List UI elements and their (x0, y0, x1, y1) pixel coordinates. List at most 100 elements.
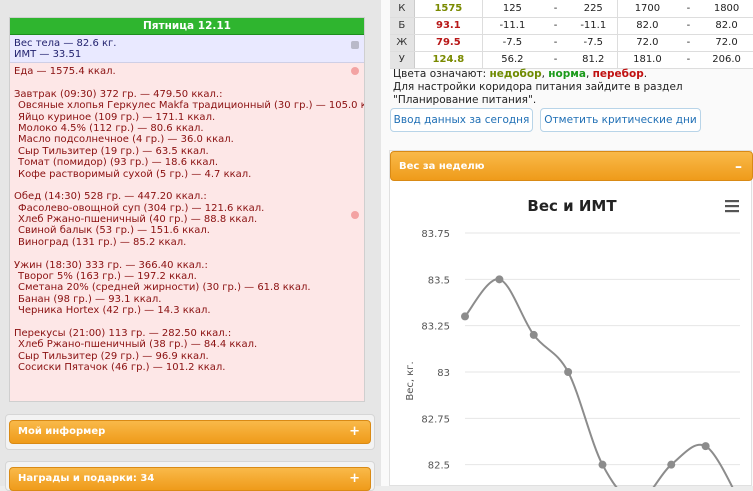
nutrition-row: К 1575 125-225 1700-1800 (390, 0, 753, 18)
left-column: Пятница 12.11 Вес тела — 82.6 кг. ИМТ — … (0, 0, 381, 491)
legend-note: Для настройки коридора питания зайдите в… (393, 81, 683, 106)
food-block[interactable]: Еда — 1575.4 ккал. Завтрак (09:30) 372 г… (10, 63, 364, 401)
nutrient-cell: 206.0 (700, 51, 753, 69)
nutrient-key: Ж (390, 34, 415, 52)
plus-icon[interactable]: + (349, 421, 360, 443)
nutrient-cell: -11.1 (569, 17, 619, 35)
nutrient-cell: 181.0 (617, 51, 677, 69)
menu-icon[interactable] (725, 200, 739, 213)
nutrient-value: 1575 (414, 0, 484, 18)
food-item: Масло подсолнечное (4 гр.) — 36.0 ккал. (18, 134, 234, 146)
weight-chart-panel: Вес за неделю – Вес и ИМТ Вес, кг. 83.75… (389, 150, 753, 487)
nutrient-value: 79.5 (414, 34, 484, 52)
chart-title: Вес и ИМТ (527, 197, 617, 215)
meal-title: Перекусы (21:00) 113 гр. — 282.50 ккал.: (14, 327, 232, 339)
food-item: Хлеб Ржано-пшеничный (40 гр.) — 88.8 кка… (18, 214, 258, 226)
weight-series-line (464, 278, 734, 487)
meal-title: Обед (14:30) 528 гр. — 447.20 ккал.: (14, 191, 207, 203)
legend-under: недобор (489, 68, 542, 80)
apple-icon[interactable] (351, 67, 359, 75)
nutrient-cell: -7.5 (569, 34, 619, 52)
meal-title: Ужин (18:30) 333 гр. — 366.40 ккал.: (14, 259, 208, 271)
weight-point[interactable] (461, 312, 469, 321)
minus-icon[interactable]: – (735, 152, 742, 182)
nutrient-cell: - (541, 0, 570, 18)
informer-panel-wrap: Мой информер + (5, 414, 375, 450)
nutrient-cell: - (541, 34, 570, 52)
informer-panel[interactable]: Мой информер + (9, 420, 371, 444)
nutrient-value: 93.1 (414, 17, 484, 35)
nutrient-cell: - (676, 51, 701, 69)
food-item: Сыр Тильзитер (29 гр.) — 96.9 ккал. (18, 350, 209, 362)
food-item: Банан (98 гр.) — 93.1 ккал. (18, 293, 162, 305)
critical-days-button[interactable]: Отметить критические дни (540, 108, 701, 132)
y-axis-label: Вес, кг. (405, 361, 416, 400)
food-item: Творог 5% (163 гр.) — 197.2 ккал. (18, 271, 197, 283)
food-total: Еда — 1575.4 ккал. (14, 66, 116, 77)
food-item: Сыр Тильзитер (19 гр.) — 63.5 ккал. (18, 145, 209, 157)
nutrient-cell: 1700 (617, 0, 677, 18)
nutrient-cell: 225 (569, 0, 619, 18)
nutrient-cell: - (541, 51, 570, 69)
food-item: Кофе растворимый сухой (5 гр.) — 4.7 кка… (18, 168, 252, 180)
plus-icon[interactable]: + (349, 468, 360, 490)
y-tick-label: 82.5 (428, 461, 450, 472)
nutrition-row: Б 93.1 -11.1- -11.1 82.0-82.0 (390, 17, 753, 35)
nutrient-cell: 1800 (700, 0, 753, 18)
awards-title: Награды и подарки: 34 (18, 473, 155, 484)
weight-point[interactable] (701, 442, 710, 451)
nutrient-cell: - (676, 17, 701, 35)
meal-title: Завтрак (09:30) 372 гр. — 479.50 ккал.: (14, 88, 223, 100)
weight-value: Вес тела — 82.6 кг. (14, 38, 117, 49)
nutrient-cell: -7.5 (482, 34, 542, 52)
weight-point[interactable] (667, 460, 676, 469)
weight-point[interactable] (598, 460, 607, 469)
nutrient-cell: 81.2 (569, 51, 619, 69)
nutrient-cell: 125 (482, 0, 542, 18)
nutrient-cell: 72.0 (700, 34, 753, 52)
apple-icon[interactable] (351, 211, 359, 219)
nutrient-cell: - (676, 34, 701, 52)
awards-panel[interactable]: Награды и подарки: 34 + (9, 467, 371, 491)
food-item: Яйцо куриное (109 гр.) — 171.1 ккал. (18, 111, 216, 123)
bmi-value: ИМТ — 33.51 (14, 49, 82, 60)
legend-sep: , (585, 68, 593, 80)
y-tick-label: 83 (437, 368, 450, 379)
nutrition-table: К 1575 125-225 1700-1800 Б 93.1 -11.1- -11.1 82.… (390, 0, 753, 69)
nutrient-cell: 82.0 (700, 17, 753, 35)
legend-prefix: Цвета означают: (393, 68, 490, 80)
nutrient-key: К (390, 0, 415, 18)
nutrient-cell: - (541, 17, 570, 35)
weight-chart: Вес и ИМТ Вес, кг. 83.75 83.5 83.25 83 82.75… (405, 197, 740, 487)
y-tick-label: 83.75 (421, 229, 450, 240)
weight-block[interactable]: Вес тела — 82.6 кг. ИМТ — 33.51 (10, 35, 364, 63)
food-item: Сметана 20% (средней жирности) (30 гр.) … (18, 282, 311, 294)
trash-icon[interactable] (351, 41, 359, 49)
legend-line: Цвета означают: недобор, норма, перебор. (393, 68, 748, 81)
weight-point[interactable] (529, 330, 538, 339)
chart-panel-header[interactable]: Вес за неделю – (390, 151, 753, 181)
legend-over: перебор (592, 68, 644, 80)
food-item: Томат (помидор) (93 гр.) — 18.6 ккал. (18, 157, 219, 169)
nutrient-cell: -11.1 (482, 17, 542, 35)
enter-data-button[interactable]: Ввод данных за сегодня (390, 108, 533, 132)
weight-point[interactable] (564, 368, 573, 376)
nutrient-cell: - (676, 0, 701, 18)
legend-suffix: . (643, 68, 648, 80)
food-item: Сосиски Пятачок (46 гр.) — 101.2 ккал. (18, 362, 226, 374)
food-item: Молоко 4.5% (112 гр.) — 80.6 ккал. (18, 122, 204, 134)
nutrition-row: У 124.8 56.2-81.2 181.0-206.0 (390, 51, 753, 69)
food-item: Хлеб Ржано-пшеничный (38 гр.) — 84.4 кка… (18, 339, 258, 351)
legend-norm: норма (548, 68, 586, 80)
nutrient-cell: 56.2 (482, 51, 542, 69)
food-item: Черника Hortex (42 гр.) — 14.3 ккал. (18, 305, 211, 317)
nutrient-value: 124.8 (414, 51, 484, 69)
weight-point[interactable] (495, 275, 504, 284)
chart-panel-title: Вес за неделю (399, 161, 485, 172)
day-header[interactable]: Пятница 12.11 (10, 18, 364, 35)
color-legend: Цвета означают: недобор, норма, перебор.… (393, 68, 748, 107)
food-item: Фасолево-овощной суп (304 гр.) — 121.6 к… (18, 202, 265, 214)
nutrient-cell: 72.0 (617, 34, 677, 52)
food-item: Виноград (131 гр.) — 85.2 ккал. (18, 236, 187, 248)
awards-panel-wrap: Награды и подарки: 34 + (5, 461, 375, 491)
